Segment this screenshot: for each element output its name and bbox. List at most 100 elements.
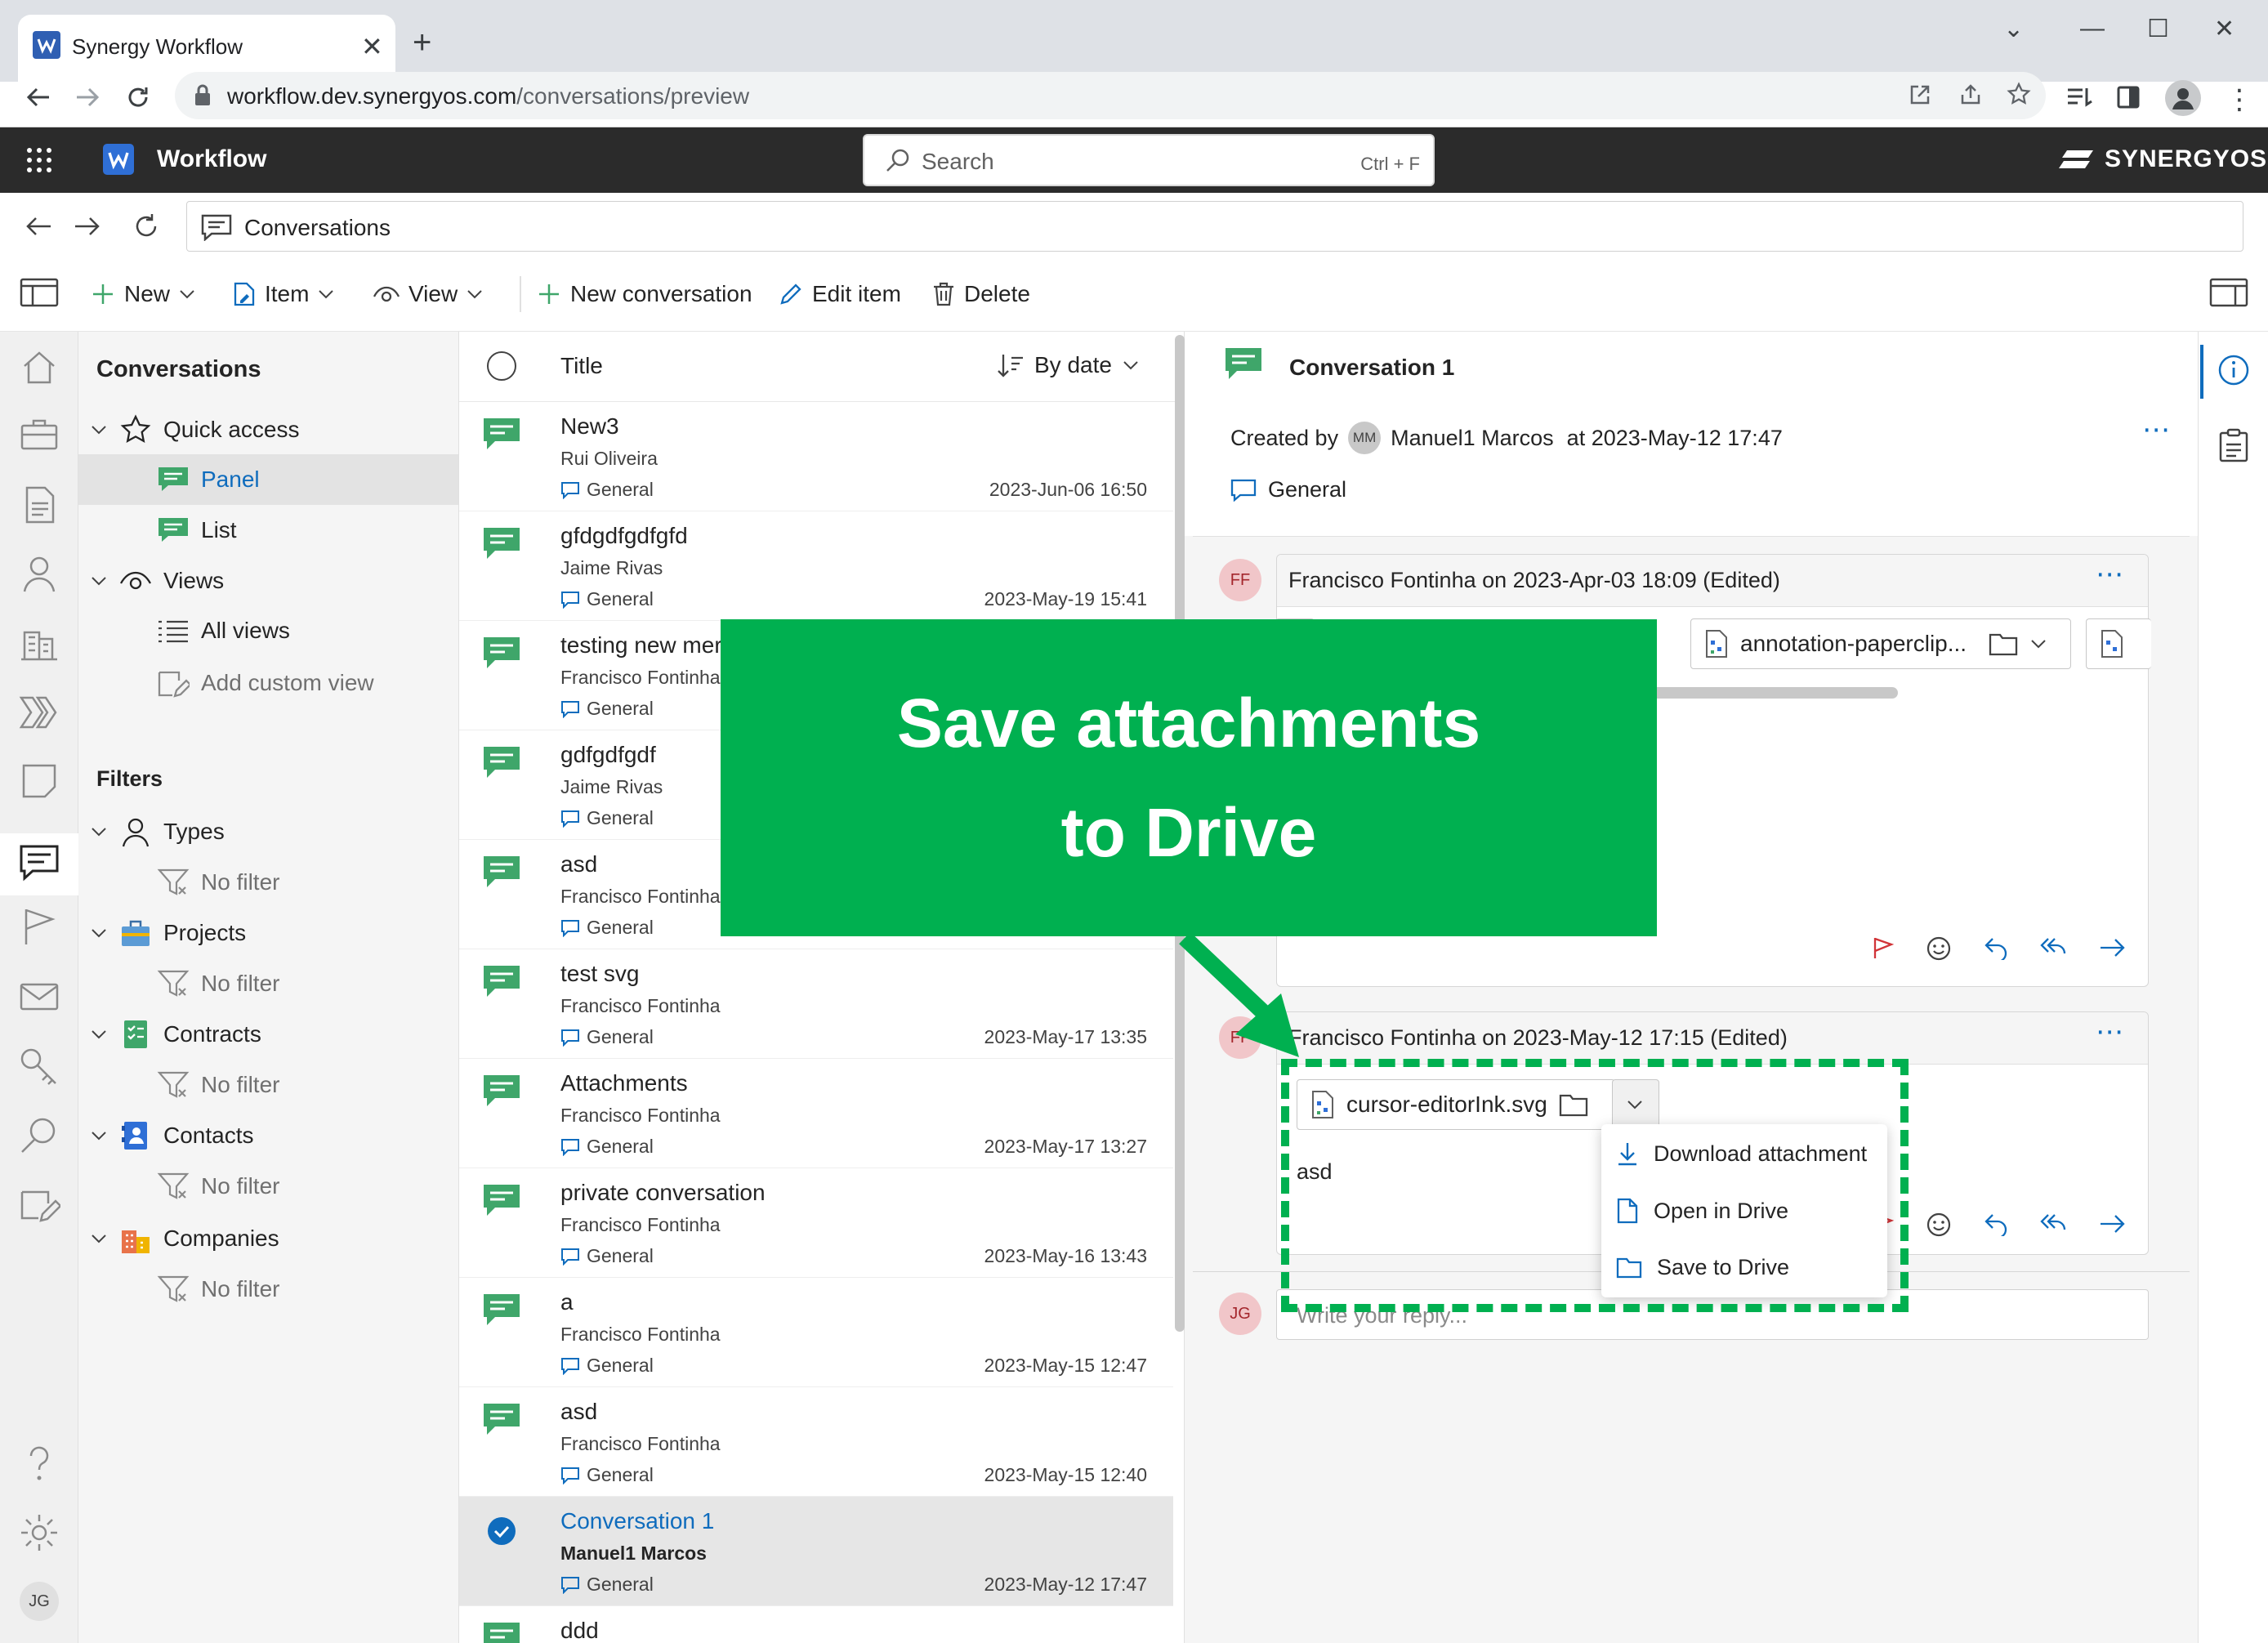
- chat-bubble-icon: [482, 1293, 521, 1330]
- conversation-row[interactable]: private conversation Francisco Fontinha Ge…: [459, 1168, 1173, 1278]
- open-external-icon[interactable]: [1909, 83, 1931, 106]
- new-conversation-button[interactable]: New conversation: [536, 278, 752, 310]
- side-panel-icon[interactable]: [2116, 85, 2141, 109]
- nav-back-icon[interactable]: [23, 211, 54, 242]
- sign-icon[interactable]: [18, 1185, 60, 1227]
- reply-icon[interactable]: [1983, 1212, 2009, 1236]
- filter-companies[interactable]: Companies: [90, 1222, 279, 1255]
- filter-projects-value[interactable]: No filter: [157, 969, 279, 998]
- user-avatar[interactable]: JG: [20, 1582, 59, 1621]
- document-icon[interactable]: [18, 484, 60, 526]
- sort-by-date-button[interactable]: By date: [997, 351, 1140, 379]
- search-input[interactable]: Search Ctrl + F: [863, 134, 1435, 186]
- folder-icon[interactable]: [1989, 632, 2018, 656]
- note-icon[interactable]: [18, 760, 60, 802]
- creator-name[interactable]: Manuel1 Marcos: [1391, 426, 1554, 451]
- app-launcher-icon[interactable]: [25, 145, 54, 175]
- filter-types[interactable]: Types: [90, 815, 225, 848]
- clipboard-icon[interactable]: [2218, 428, 2249, 462]
- reply-icon[interactable]: [1983, 935, 2009, 960]
- view-button[interactable]: View: [373, 278, 484, 310]
- browser-back-icon[interactable]: [25, 83, 52, 111]
- help-icon[interactable]: [18, 1443, 60, 1485]
- home-icon[interactable]: [18, 346, 60, 389]
- message-more-icon[interactable]: ⋯: [2096, 558, 2125, 591]
- conversation-title: ddd: [560, 1618, 599, 1643]
- item-button[interactable]: Item: [232, 278, 335, 310]
- sidebar-item-panel[interactable]: Panel: [157, 466, 260, 493]
- sidebar-item-add-custom-view[interactable]: Add custom view: [157, 668, 374, 698]
- key-icon[interactable]: [18, 1046, 60, 1088]
- sidebar-title: Conversations: [96, 356, 261, 382]
- select-all-checkbox[interactable]: [487, 351, 516, 381]
- forward-icon[interactable]: [2099, 935, 2127, 960]
- minimize-icon[interactable]: —: [2080, 15, 2105, 42]
- maximize-icon[interactable]: ☐: [2147, 15, 2169, 43]
- sidebar-item-quick-access[interactable]: Quick access: [90, 413, 300, 446]
- conversation-row[interactable]: New3 Rui Oliveira General 2023-Jun-06 16:50: [459, 402, 1173, 511]
- mail-icon[interactable]: [18, 976, 60, 1018]
- conversation-row[interactable]: gfdgdfgdfgfd Jaime Rivas General 2023-May-1…: [459, 511, 1173, 621]
- new-button[interactable]: New: [90, 278, 196, 310]
- filter-contacts[interactable]: Contacts: [90, 1119, 254, 1152]
- address-bar[interactable]: workflow.dev.synergyos.com/conversations…: [175, 72, 2046, 119]
- browser-reload-icon[interactable]: [124, 83, 152, 111]
- toggle-navigation-icon[interactable]: [20, 278, 59, 307]
- chevron-down-icon[interactable]: [2029, 635, 2047, 653]
- attachment-chip[interactable]: annotation-paperclip...: [1690, 618, 2071, 669]
- delete-button[interactable]: Delete: [931, 278, 1030, 310]
- conversation-row[interactable]: a Francisco Fontinha General 2023-May-15 12…: [459, 1278, 1173, 1387]
- forward-icon[interactable]: [2099, 1212, 2127, 1236]
- nav-forward-icon[interactable]: [72, 211, 103, 242]
- conversation-row[interactable]: Conversation 1 Manuel1 Marcos General 2023-…: [459, 1497, 1173, 1606]
- more-options-icon[interactable]: ⋯: [2142, 413, 2172, 446]
- workflow-chevrons-icon[interactable]: [18, 691, 60, 734]
- conversation-row[interactable]: ddd: [459, 1606, 1173, 1643]
- flag-icon[interactable]: [18, 905, 60, 948]
- message-more-icon[interactable]: ⋯: [2096, 1016, 2125, 1048]
- filter-companies-value[interactable]: No filter: [157, 1275, 279, 1304]
- reply-all-icon[interactable]: [2040, 1212, 2068, 1236]
- building-icon[interactable]: [18, 621, 60, 663]
- settings-gear-icon[interactable]: [18, 1511, 60, 1554]
- flag-icon[interactable]: [1870, 935, 1895, 960]
- filter-types-value[interactable]: No filter: [157, 868, 279, 897]
- filter-projects[interactable]: Projects: [90, 917, 246, 949]
- breadcrumb[interactable]: Conversations: [186, 201, 2243, 252]
- column-title-header[interactable]: Title: [560, 353, 603, 379]
- attachment-chip-partial[interactable]: [2086, 618, 2151, 669]
- reading-list-icon[interactable]: [2065, 85, 2093, 109]
- window-close-icon[interactable]: ✕: [2214, 15, 2235, 43]
- person-icon[interactable]: [18, 552, 60, 595]
- bookmark-star-icon[interactable]: [2007, 82, 2031, 106]
- sidebar-item-list[interactable]: List: [157, 516, 237, 544]
- toggle-preview-pane-icon[interactable]: [2209, 278, 2248, 307]
- conversation-row[interactable]: test svg Francisco Fontinha General 2023-Ma…: [459, 949, 1173, 1059]
- emoji-icon[interactable]: [1926, 935, 1952, 962]
- filter-contacts-value[interactable]: No filter: [157, 1172, 279, 1201]
- tab-search-icon[interactable]: ⌄: [2003, 15, 2024, 43]
- header-divider: [1193, 536, 2190, 537]
- edit-item-button[interactable]: Edit item: [778, 278, 901, 310]
- filter-contracts-value[interactable]: No filter: [157, 1070, 279, 1100]
- emoji-icon[interactable]: [1926, 1212, 1952, 1238]
- conversation-tag[interactable]: General: [1230, 477, 1346, 502]
- filter-contracts[interactable]: Contracts: [90, 1018, 261, 1051]
- share-icon[interactable]: [1959, 83, 1982, 106]
- sidebar-item-views[interactable]: Views: [90, 567, 224, 595]
- nav-refresh-icon[interactable]: [131, 211, 162, 242]
- conversations-rail-icon[interactable]: [18, 842, 60, 884]
- info-icon[interactable]: [2217, 353, 2251, 387]
- browser-profile-avatar[interactable]: [2165, 80, 2201, 116]
- browser-menu-icon[interactable]: ⋮: [2226, 83, 2253, 116]
- sidebar-item-all-views[interactable]: All views: [157, 618, 290, 644]
- magnifier-icon[interactable]: [18, 1114, 60, 1157]
- close-tab-icon[interactable]: ✕: [361, 31, 383, 62]
- conversation-row[interactable]: Attachments Francisco Fontinha General 2023…: [459, 1059, 1173, 1168]
- reply-all-icon[interactable]: [2040, 935, 2068, 960]
- browser-forward-icon[interactable]: [74, 83, 101, 111]
- new-tab-icon[interactable]: +: [413, 25, 431, 61]
- briefcase-icon[interactable]: [18, 413, 60, 456]
- conversation-row[interactable]: asd Francisco Fontinha General 2023-May-15 …: [459, 1387, 1173, 1497]
- selected-check-icon[interactable]: [487, 1516, 516, 1546]
